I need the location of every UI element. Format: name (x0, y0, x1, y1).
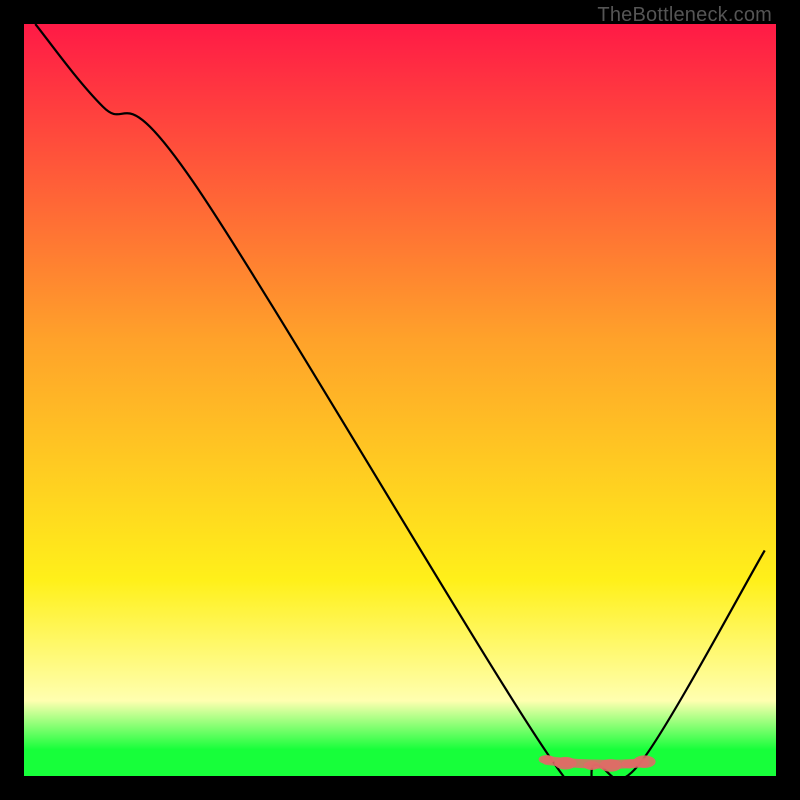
watermark-text: TheBottleneck.com (597, 4, 772, 27)
gradient-background (24, 24, 776, 776)
gradient-rect (24, 24, 776, 776)
